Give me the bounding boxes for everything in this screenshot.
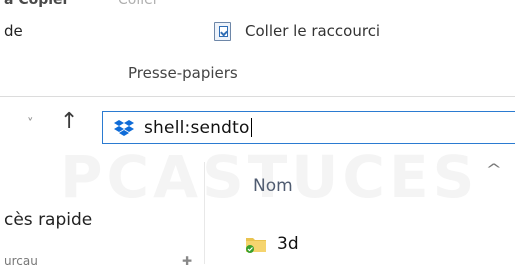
paste-shortcut-button[interactable]: Coller le raccourci [214, 20, 380, 42]
address-bar[interactable]: shell:sendto [102, 111, 515, 144]
column-header-name[interactable]: Nom [253, 176, 293, 196]
address-input[interactable]: shell:sendto [144, 118, 252, 138]
up-arrow-icon[interactable]: ↑ [60, 109, 78, 134]
pin-icon: ✚ [182, 254, 193, 268]
file-name: 3d [277, 234, 299, 254]
clipped-nav-item[interactable]: urcau [4, 254, 38, 268]
folder-shortcut-icon [246, 238, 266, 253]
ribbon: a Copier Coller de Coller le raccourci P… [0, 0, 515, 97]
navigation-bar: ˅ ↑ shell:sendto [0, 97, 515, 161]
clipboard-group-label: Presse-papiers [128, 64, 238, 82]
navigation-pane: cès rapide urcau ✚ [0, 162, 205, 268]
clipped-paste-label: Coller [118, 0, 159, 8]
text-caret [250, 118, 252, 137]
clipped-copy-label: a Copier [4, 0, 70, 8]
sort-ascending-icon[interactable]: ^ [486, 162, 502, 178]
paste-shortcut-icon [214, 21, 231, 41]
list-item[interactable]: 3d [245, 234, 299, 254]
dropbox-icon [114, 119, 134, 136]
quick-access-item[interactable]: cès rapide [4, 210, 92, 230]
file-list: Nom ^ 3d [205, 162, 515, 264]
recent-locations-chevron-icon[interactable]: ˅ [27, 117, 34, 132]
ribbon-left-text: de [4, 22, 23, 40]
paste-shortcut-label: Coller le raccourci [245, 22, 381, 40]
